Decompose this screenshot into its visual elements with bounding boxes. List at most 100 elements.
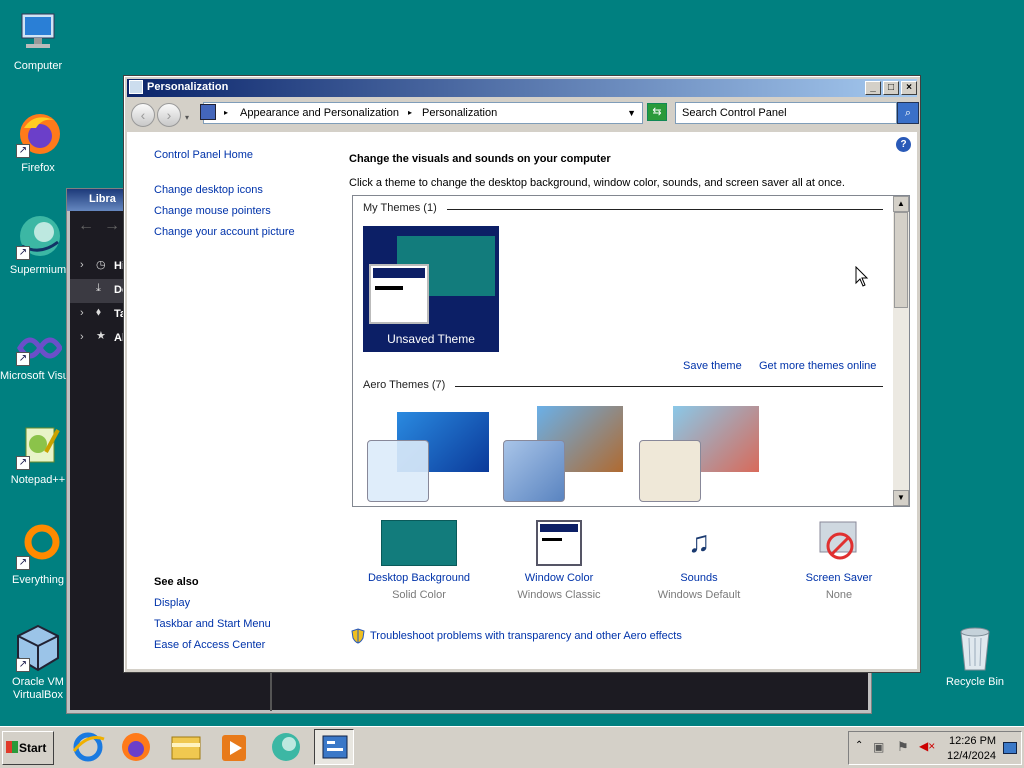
theme-gallery[interactable]: My Themes (1) Unsaved Theme Save theme G… <box>352 195 910 507</box>
desktop-icon-everything[interactable]: ↗ Everything <box>0 522 76 587</box>
taskbar: Start ⌃ ▣ ⚑ ◀× 12:26 PM 12/4/2024 <box>0 726 1024 768</box>
breadcrumb-separator-icon[interactable]: ▸ <box>224 103 228 123</box>
library-tree-item[interactable]: › ◷ Hi <box>70 255 125 279</box>
window-color-title: Window Color <box>524 572 594 584</box>
show-hidden-icons-icon[interactable]: ⌃ <box>855 740 863 751</box>
clock-time[interactable]: 12:26 PM <box>949 735 996 747</box>
gallery-scrollbar[interactable]: ▲ ▼ <box>893 196 909 506</box>
clock-date[interactable]: 12/4/2024 <box>947 750 996 762</box>
desktop-icon-notepadpp[interactable]: ↗ Notepad++ <box>0 422 76 487</box>
save-theme-link[interactable]: Save theme <box>683 360 742 372</box>
recent-pages-dropdown-icon[interactable]: ▾ <box>185 113 189 122</box>
window-color-setting[interactable]: Window Color Windows Classic <box>494 520 624 601</box>
minimize-button[interactable]: _ <box>865 81 881 95</box>
mouse-cursor-icon <box>855 265 869 291</box>
notepadpp-icon: ↗ <box>14 422 62 470</box>
library-tree-item[interactable]: ⤓ Do <box>70 279 129 303</box>
start-button[interactable]: Start <box>2 731 54 765</box>
pane-divider[interactable] <box>270 671 272 711</box>
show-desktop-icon[interactable] <box>1003 742 1017 754</box>
divider <box>455 386 883 387</box>
control-panel-home-link[interactable]: Control Panel Home <box>154 149 253 161</box>
control-panel-taskbar-icon[interactable] <box>314 729 354 765</box>
page-subheading: Click a theme to change the desktop back… <box>349 177 845 189</box>
everything-icon: ↗ <box>14 522 62 570</box>
change-account-picture-link[interactable]: Change your account picture <box>154 226 295 238</box>
breadcrumb[interactable]: ▸ Appearance and Personalization ▸ Perso… <box>200 102 643 124</box>
forward-arrow-icon[interactable]: → <box>104 217 120 235</box>
back-button[interactable]: ‹ <box>131 103 155 127</box>
system-tray: ⌃ ▣ ⚑ ◀× 12:26 PM 12/4/2024 <box>848 731 1022 765</box>
start-label: Start <box>19 741 47 755</box>
see-also-heading: See also <box>154 576 199 588</box>
aero-theme-tile[interactable] <box>367 406 491 502</box>
aero-theme-tile[interactable] <box>503 406 627 502</box>
help-icon[interactable]: ? <box>896 137 911 152</box>
window-titlebar[interactable]: Personalization _ □ × <box>127 79 917 97</box>
sounds-value: Windows Default <box>657 589 741 601</box>
recycle-bin-icon <box>951 624 999 672</box>
desktop-icon-firefox[interactable]: ↗ Firefox <box>0 110 76 175</box>
desktop-background-value: Solid Color <box>392 589 446 601</box>
breadcrumb-appearance[interactable]: Appearance and Personalization <box>240 103 399 123</box>
unsaved-theme-label: Unsaved Theme <box>387 332 475 346</box>
my-themes-header: My Themes (1) <box>363 202 437 214</box>
desktop-icon-virtualbox[interactable]: ↗ Oracle VM VirtualBox <box>0 624 76 702</box>
close-button[interactable]: × <box>901 81 917 95</box>
personalization-window[interactable]: Personalization _ □ × ‹ › ▾ ▸ Appearance… <box>123 75 921 673</box>
media-player-icon[interactable] <box>214 729 254 765</box>
theme-preview-window <box>369 264 429 324</box>
control-panel-icon <box>129 80 143 94</box>
desktop-background-setting[interactable]: Desktop Background Solid Color <box>354 520 484 601</box>
firefox-taskbar-icon[interactable] <box>116 729 156 765</box>
search-input[interactable]: Search Control Panel <box>675 102 897 124</box>
breadcrumb-separator-icon[interactable]: ▸ <box>408 103 412 123</box>
desktop-background-title: Desktop Background <box>367 572 471 584</box>
screen-saver-title: Screen Saver <box>805 572 873 584</box>
desktop-icon-label: Computer <box>13 60 63 72</box>
scroll-down-icon[interactable]: ▼ <box>893 490 909 506</box>
ease-of-access-link[interactable]: Ease of Access Center <box>154 639 265 651</box>
desktop-icon-computer[interactable]: Computer <box>0 8 76 73</box>
desktop-icon-visual-studio[interactable]: ↗ Microsoft Visual Studio 2010 <box>0 330 76 383</box>
refresh-button[interactable]: ⇆ <box>647 103 667 121</box>
sounds-setting[interactable]: ♫ Sounds Windows Default <box>634 520 764 601</box>
desktop-icon-supermium[interactable]: ↗ Supermium <box>0 212 76 277</box>
file-explorer-icon[interactable] <box>166 729 206 765</box>
virtualbox-icon: ↗ <box>14 624 62 672</box>
aero-theme-tile[interactable] <box>639 406 763 502</box>
display-link[interactable]: Display <box>154 597 190 609</box>
desktop-icon-recycle-bin[interactable]: Recycle Bin <box>936 624 1014 689</box>
supermium-taskbar-icon[interactable] <box>266 729 306 765</box>
scroll-up-icon[interactable]: ▲ <box>893 196 909 212</box>
get-more-themes-link[interactable]: Get more themes online <box>759 360 876 372</box>
breadcrumb-personalization[interactable]: Personalization <box>422 103 497 123</box>
chevron-right-icon: › <box>80 259 84 271</box>
change-mouse-pointers-link[interactable]: Change mouse pointers <box>154 205 271 217</box>
search-button[interactable]: ⌕ <box>897 102 919 124</box>
forward-button[interactable]: › <box>157 103 181 127</box>
volume-muted-icon[interactable]: ◀× <box>919 739 935 753</box>
back-arrow-icon[interactable]: ← <box>78 217 94 235</box>
flag-icon[interactable]: ⚑ <box>897 739 909 755</box>
address-dropdown-icon[interactable]: ▼ <box>627 103 636 123</box>
scroll-thumb[interactable] <box>894 212 908 308</box>
change-desktop-icons-link[interactable]: Change desktop icons <box>154 184 263 196</box>
screen-saver-setting[interactable]: Screen Saver None <box>774 520 904 601</box>
chevron-right-icon: › <box>80 331 84 343</box>
unsaved-theme-tile[interactable]: Unsaved Theme <box>363 226 499 352</box>
troubleshoot-link[interactable]: Troubleshoot problems with transparency … <box>370 630 682 642</box>
shield-icon <box>351 628 365 644</box>
desktop-icon-label: Firefox <box>21 162 55 174</box>
taskbar-start-menu-link[interactable]: Taskbar and Start Menu <box>154 618 271 630</box>
desktop-icon-label: Supermium <box>9 264 67 276</box>
download-icon: ⤓ <box>96 282 101 294</box>
desktop-icon-label: Notepad++ <box>10 474 66 486</box>
internet-explorer-icon[interactable] <box>68 729 108 765</box>
library-tree-item[interactable]: › ⬧ Ta <box>70 303 126 327</box>
library-tree-item[interactable]: › ★ Al <box>70 327 125 351</box>
network-icon[interactable]: ▣ <box>873 740 884 754</box>
window-title: Personalization <box>147 81 229 93</box>
sounds-title: Sounds <box>680 572 718 584</box>
maximize-button[interactable]: □ <box>883 81 899 95</box>
